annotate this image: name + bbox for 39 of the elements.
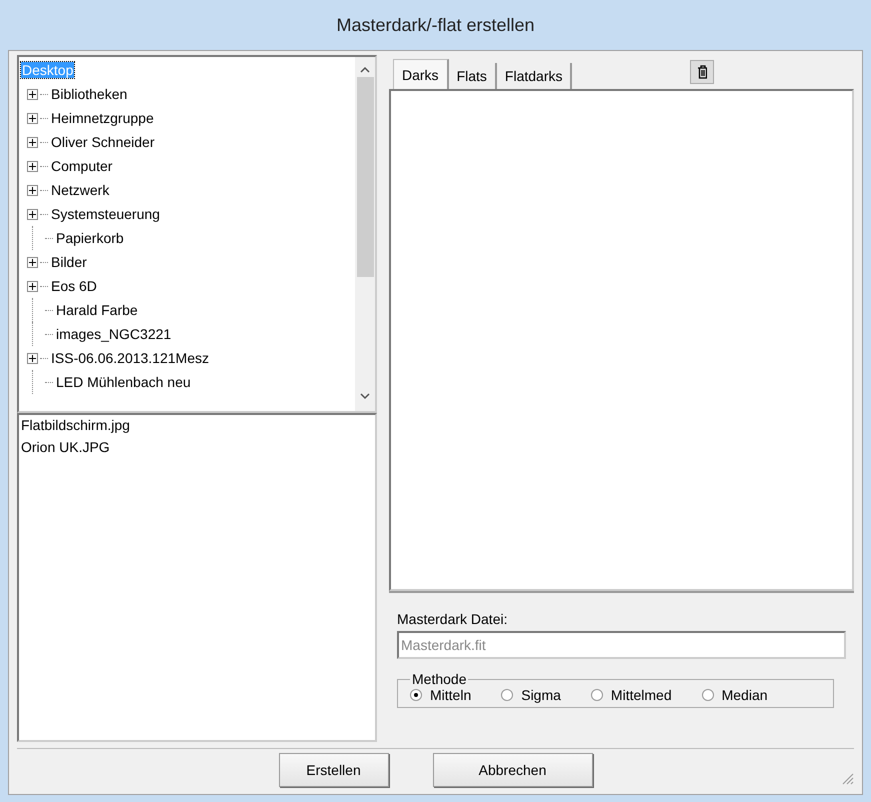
tree-item[interactable]: Computer	[51, 158, 112, 174]
expand-icon[interactable]	[27, 208, 38, 220]
dialog-button[interactable]: Abbrechen	[432, 752, 592, 787]
expand-icon[interactable]	[27, 352, 38, 364]
tree-item[interactable]: Eos 6D	[51, 278, 97, 294]
trash-icon	[697, 65, 707, 79]
field-label: Masterdark Datei:	[397, 611, 508, 627]
radio-option[interactable]: Sigma	[501, 687, 561, 703]
radio-option[interactable]: Mittelmed	[590, 687, 672, 703]
tree-item[interactable]: LED Mühlenbach neu	[56, 374, 191, 390]
tree-item[interactable]: Bilder	[51, 254, 87, 270]
dialog-button[interactable]: Erstellen	[278, 752, 388, 787]
expand-icon[interactable]	[27, 184, 38, 196]
scroll-down-icon[interactable]	[359, 391, 371, 401]
group-label: Methode	[411, 671, 468, 687]
tab[interactable]: Darks	[393, 59, 449, 89]
expand-icon[interactable]	[27, 256, 38, 268]
tree-item[interactable]: ISS-06.06.2013.121Mesz	[51, 350, 209, 366]
tree-item[interactable]: images_NGC3221	[56, 326, 172, 342]
scroll-up-icon[interactable]	[359, 65, 371, 75]
tree-item[interactable]: Systemsteuerung	[51, 206, 160, 222]
expand-icon[interactable]	[27, 136, 38, 148]
expand-icon[interactable]	[27, 160, 38, 172]
file-item[interactable]: Orion UK.JPG	[21, 439, 373, 461]
expand-icon[interactable]	[27, 112, 38, 124]
radio-option[interactable]: Median	[702, 687, 768, 703]
tree-item[interactable]: Netzwerk	[51, 182, 110, 198]
tree-item[interactable]: Oliver Schneider	[51, 134, 154, 150]
filename-field[interactable]: Masterdark.fit	[397, 631, 846, 659]
tree-item[interactable]: Papierkorb	[56, 230, 124, 246]
expand-icon[interactable]	[27, 88, 38, 100]
expand-icon[interactable]	[27, 280, 38, 292]
file-item[interactable]: Flatbildschirm.jpg	[21, 417, 373, 439]
tree-item[interactable]: Heimnetzgruppe	[51, 110, 154, 126]
scrollbar[interactable]	[355, 57, 375, 411]
radio-option[interactable]: Mitteln	[410, 687, 472, 703]
delete-button[interactable]	[690, 60, 714, 84]
tree-item[interactable]: Harald Farbe	[56, 302, 138, 318]
tree-item[interactable]: Bibliotheken	[51, 86, 128, 102]
